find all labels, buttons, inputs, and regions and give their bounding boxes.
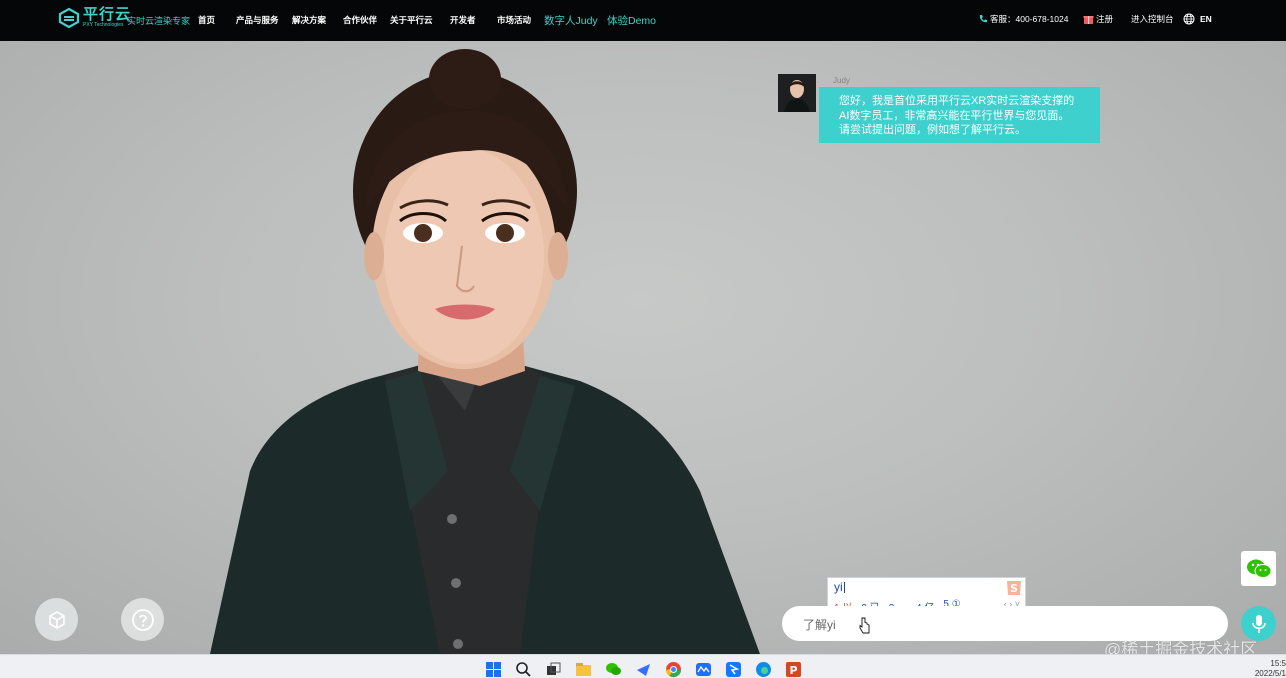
wechat-icon xyxy=(1246,559,1271,578)
search-icon[interactable] xyxy=(515,661,532,678)
nav-events[interactable]: 市场活动 xyxy=(497,14,531,26)
chat-message-line: AI数字员工，非常高兴能在平行世界与您见面。 xyxy=(839,109,1070,122)
register-link[interactable]: 注册 xyxy=(1083,13,1113,25)
globe-icon xyxy=(1183,13,1195,25)
wechat-button[interactable] xyxy=(1241,551,1276,586)
nav-solutions[interactable]: 解决方案 xyxy=(292,14,326,26)
chat-sender-name: Judy xyxy=(833,76,850,85)
task-view-icon[interactable] xyxy=(545,661,562,678)
help-icon xyxy=(131,608,154,631)
nav-home[interactable]: 首页 xyxy=(198,14,215,26)
powerpoint-icon[interactable]: P xyxy=(785,661,802,678)
chat-message-line: 您好，我是首位采用平行云XR实时云渲染支撑的 xyxy=(839,95,1075,107)
language-switch[interactable]: EN xyxy=(1183,13,1212,25)
phone-number: 客服：400-678-1024 xyxy=(990,14,1069,24)
svg-text:P: P xyxy=(789,664,797,677)
digital-human-avatar xyxy=(210,49,760,654)
chat-message-bubble: 您好，我是首位采用平行云XR实时云渲染支撑的 AI数字员工，非常高兴能在平行世界… xyxy=(819,87,1100,143)
cube-icon xyxy=(48,610,65,629)
file-explorer-icon[interactable] xyxy=(575,661,592,678)
taskbar-clock[interactable]: 15:5 2022/5/1 xyxy=(1255,659,1286,678)
chat-input-value: 了解yi xyxy=(803,618,836,632)
nav-about[interactable]: 关于平行云 xyxy=(390,14,433,26)
phone-icon xyxy=(979,15,987,23)
edge-icon[interactable] xyxy=(755,661,772,678)
feishu-icon[interactable] xyxy=(635,661,652,678)
console-link[interactable]: 进入控制台 xyxy=(1131,13,1174,25)
register-label: 注册 xyxy=(1096,14,1114,24)
nav-products[interactable]: 产品与服务 xyxy=(236,14,279,26)
model-switch-button[interactable] xyxy=(35,598,78,641)
help-button[interactable] xyxy=(121,598,164,641)
app-icon[interactable] xyxy=(695,661,712,678)
nav-digital-human[interactable]: 数字人Judy xyxy=(544,13,598,28)
ime-caret xyxy=(844,582,845,593)
sogou-ime-icon: S xyxy=(1007,581,1021,595)
chat-message-line: 请尝试提出问题，例如想了解平行云。 xyxy=(839,124,1026,136)
gift-icon xyxy=(1083,16,1094,24)
clock-time: 15:5 xyxy=(1270,659,1286,668)
language-label: EN xyxy=(1200,14,1212,24)
top-nav: 平行云 PXY Technologies 实时云渲染专家 首页 产品与服务 解决… xyxy=(0,0,1286,41)
microphone-icon xyxy=(1251,614,1266,633)
dingtalk-icon[interactable] xyxy=(725,661,742,678)
clock-date: 2022/5/1 xyxy=(1254,669,1286,678)
wechat-taskbar-icon[interactable] xyxy=(605,661,622,678)
windows-start-icon[interactable] xyxy=(485,661,502,678)
nav-partners[interactable]: 合作伙伴 xyxy=(343,14,377,26)
nav-developers[interactable]: 开发者 xyxy=(450,14,476,26)
nav-demo[interactable]: 体验Demo xyxy=(607,13,656,28)
ime-composition: yi xyxy=(834,580,843,594)
judy-avatar-thumbnail xyxy=(778,74,816,112)
customer-service[interactable]: 客服：400-678-1024 xyxy=(978,13,1068,25)
svg-text:S: S xyxy=(1010,582,1018,595)
chrome-icon[interactable] xyxy=(665,661,682,678)
mouse-pointer-icon xyxy=(859,617,870,634)
